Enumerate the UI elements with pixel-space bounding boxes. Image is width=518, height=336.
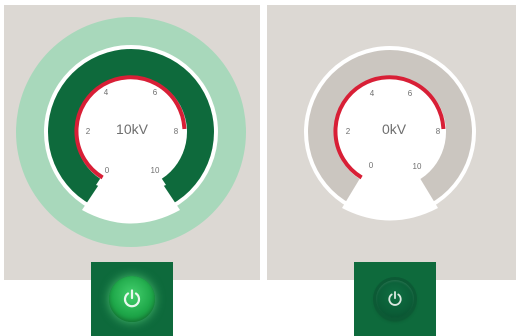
power-button-on[interactable] — [109, 276, 155, 322]
voltage-readout: 10kV — [116, 121, 149, 137]
gauge-panel-on: 0 2 4 6 8 10 10kV — [4, 5, 260, 280]
gauge-panel-off: 0 2 4 6 8 10 0kV — [267, 5, 516, 280]
tick-label-8: 8 — [436, 127, 441, 136]
voltage-gauge-off: 0 2 4 6 8 10 0kV — [304, 46, 476, 221]
power-button-off[interactable] — [376, 280, 414, 318]
tick-label-6: 6 — [153, 88, 158, 97]
tick-label-2: 2 — [86, 127, 91, 136]
tick-label-8: 8 — [174, 127, 179, 136]
voltage-readout: 0kV — [382, 121, 407, 137]
tick-label-0: 0 — [105, 166, 110, 175]
power-button-container-on — [91, 262, 173, 336]
power-icon — [388, 291, 402, 306]
tick-label-10: 10 — [151, 166, 160, 175]
power-button-container-off — [354, 262, 436, 336]
tick-label-10: 10 — [413, 162, 422, 171]
power-icon — [123, 289, 141, 308]
tick-label-2: 2 — [346, 127, 351, 136]
tick-label-0: 0 — [369, 161, 374, 170]
tick-label-4: 4 — [370, 89, 375, 98]
tick-label-4: 4 — [104, 88, 109, 97]
voltage-gauge-on: 0 2 4 6 8 10 10kV — [16, 17, 246, 247]
tick-label-6: 6 — [408, 89, 413, 98]
